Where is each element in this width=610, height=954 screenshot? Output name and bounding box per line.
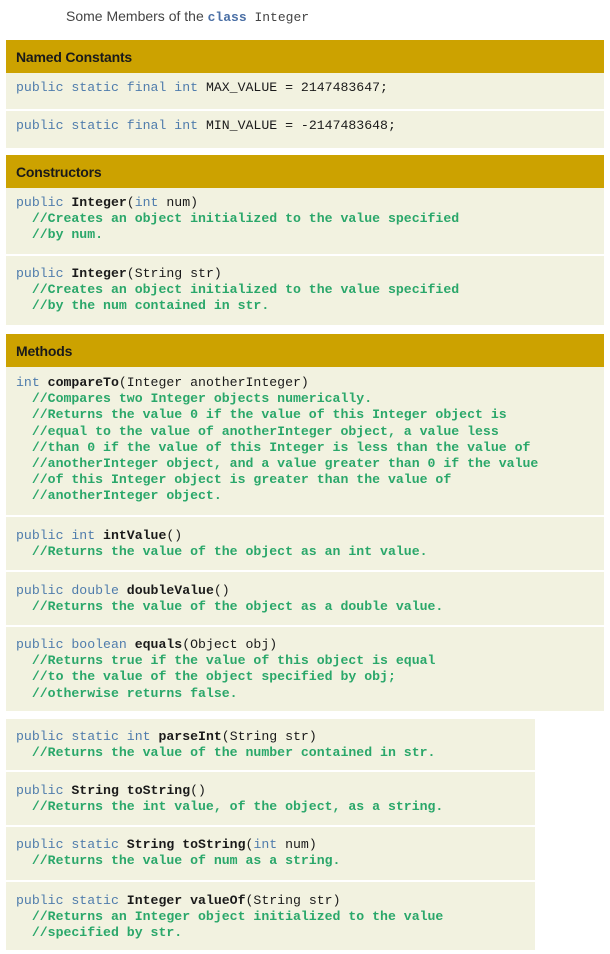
comment-line: //otherwise returns false. [31, 685, 238, 701]
constructor-params: String str) [134, 266, 222, 281]
constant-min-value: public static final int MIN_VALUE = -214… [6, 111, 604, 150]
method-params: () [213, 583, 230, 598]
method-params: (String str) [221, 729, 317, 744]
method-name: String toString [63, 783, 191, 798]
method-intvalue: public int intValue() //Returns the valu… [6, 517, 604, 572]
table-title: Some Members of the class Integer [66, 8, 309, 25]
method-parseint: public static int parseInt(String str) /… [6, 719, 535, 772]
comment-line: //equal to the value of anotherInteger o… [31, 423, 499, 439]
method-tostring: public String toString() //Returns the i… [6, 772, 535, 827]
comment-line: //anotherInteger object. [31, 488, 222, 504]
method-name: intValue [95, 528, 167, 543]
comment-line: //Returns true if the value of this obje… [31, 653, 436, 669]
title-prefix: Some Members of the [66, 8, 208, 24]
constructor-params: num) [158, 195, 199, 210]
comment-line: //Creates an object initialized to the v… [31, 211, 460, 227]
method-modifiers: public int [16, 528, 96, 543]
comment-line: //by the num contained in str. [31, 298, 270, 314]
method-compareto: int compareTo(Integer anotherInteger) //… [6, 367, 604, 517]
method-name: parseInt [150, 729, 222, 744]
method-modifiers: public static [16, 837, 119, 852]
method-doublevalue: public double doubleValue() //Returns th… [6, 572, 604, 627]
constructor-name: Integer [63, 195, 127, 210]
comment-line: //by num. [31, 227, 104, 243]
method-modifiers: public static [16, 893, 119, 908]
method-valueof: public static Integer valueOf(String str… [6, 882, 535, 952]
constructor-modifiers: public [16, 195, 64, 210]
method-name: compareTo [39, 375, 119, 390]
method-tostring-static: public static String toString(int num) /… [6, 827, 535, 882]
constructor-name: Integer [63, 266, 127, 281]
method-modifiers: public [16, 783, 64, 798]
constructor-modifiers: public [16, 266, 64, 281]
method-modifiers: public boolean [16, 637, 127, 652]
method-params: (Object obj) [182, 637, 278, 652]
comment-line: //than 0 if the value of this Integer is… [31, 439, 531, 455]
constant-max-value: public static final int MAX_VALUE = 2147… [6, 73, 604, 111]
comment-line: //Returns an Integer object initialized … [31, 909, 444, 925]
method-name: Integer valueOf [118, 893, 246, 908]
comment-line: //Creates an object initialized to the v… [31, 282, 460, 298]
title-class-name: Integer [246, 10, 310, 25]
section-header-named-constants: Named Constants [6, 40, 604, 73]
constructor-open-paren: ( [126, 195, 135, 210]
comment-line: //Returns the value of the object as a d… [31, 599, 444, 615]
method-modifiers: public double [16, 583, 119, 598]
method-equals: public boolean equals(Object obj) //Retu… [6, 627, 604, 713]
section-header-methods: Methods [6, 334, 604, 367]
constructor-param-type: int [134, 195, 159, 210]
section-header-constructors: Constructors [6, 155, 604, 188]
method-params: num) [277, 837, 317, 852]
comment-line: //Compares two Integer objects numerical… [31, 391, 373, 407]
method-params: () [190, 783, 206, 798]
method-param-type: int [253, 837, 278, 852]
comment-line: //Returns the int value, of the object, … [31, 799, 444, 815]
comment-line: //Returns the value of the object as an … [31, 544, 428, 560]
method-modifiers: int [16, 375, 40, 390]
constructor-int: public Integer(int num) //Creates an obj… [6, 188, 604, 256]
comment-line: //Returns the value of num as a string. [31, 853, 341, 869]
method-name: doubleValue [118, 583, 214, 598]
constant-declaration: MAX_VALUE = 2147483647; [198, 80, 388, 95]
method-params: (Integer anotherInteger) [118, 375, 309, 390]
method-params: (String str) [245, 893, 341, 908]
constructor-string: public Integer(String str) //Creates an … [6, 256, 604, 327]
constant-declaration: MIN_VALUE = -2147483648; [198, 118, 396, 133]
comment-line: //Returns the value of the number contai… [31, 745, 436, 761]
comment-line: //to the value of the object specified b… [31, 669, 396, 685]
constructor-open-paren: ( [126, 266, 135, 281]
title-keyword: class [207, 10, 247, 25]
method-name: equals [126, 637, 183, 652]
comment-line: //specified by str. [31, 925, 183, 941]
comment-line: //anotherInteger object, and a value gre… [31, 456, 539, 472]
comment-line: //Returns the value 0 if the value of th… [31, 407, 507, 423]
constant-modifiers: public static final int [16, 118, 199, 133]
method-name: String toString [118, 837, 246, 852]
constant-modifiers: public static final int [16, 80, 199, 95]
comment-line: //of this Integer object is greater than… [31, 472, 452, 488]
method-modifiers: public static int [16, 729, 151, 744]
method-params: () [166, 528, 183, 543]
